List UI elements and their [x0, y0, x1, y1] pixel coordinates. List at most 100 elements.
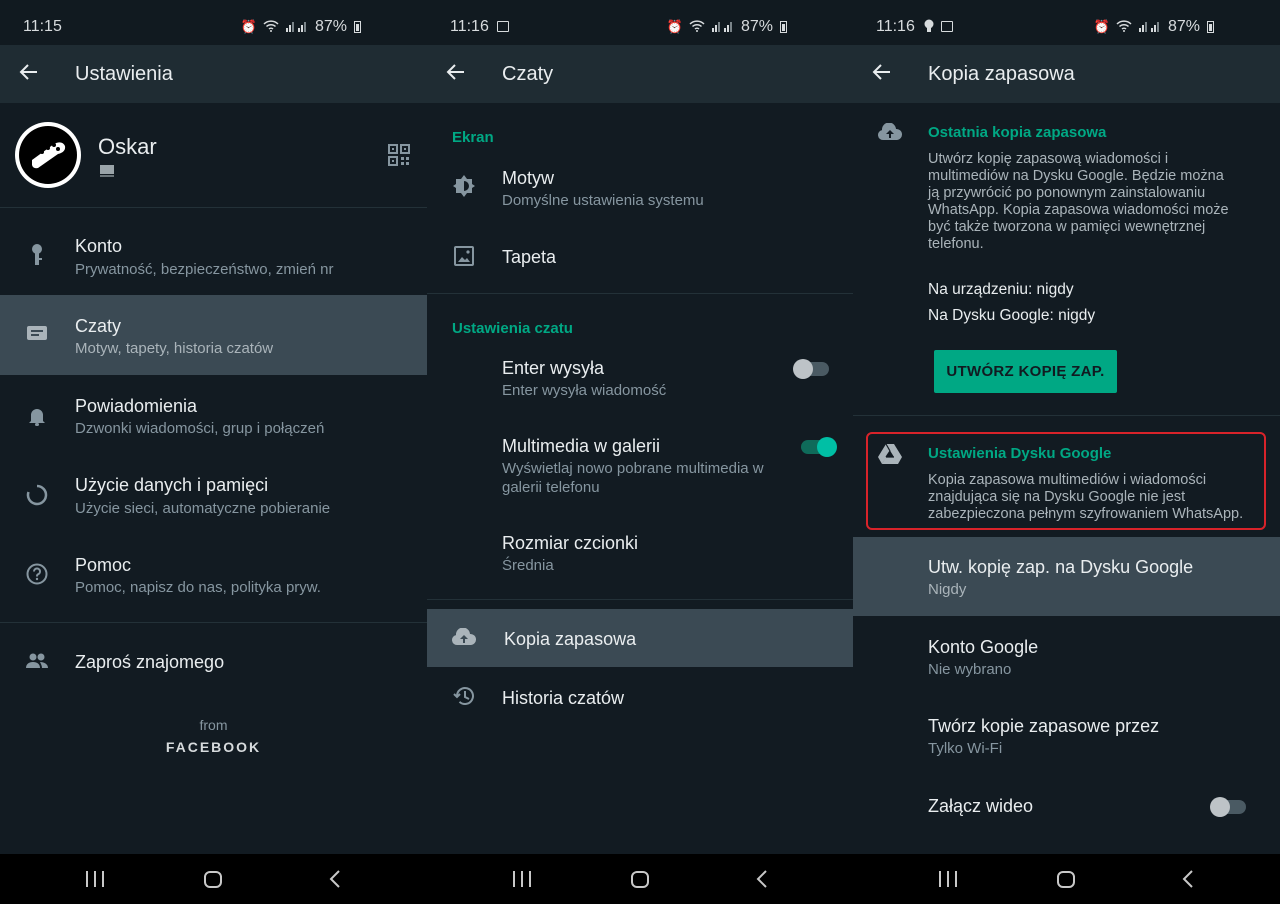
avatar[interactable] [15, 122, 81, 188]
nav-back-icon[interactable] [328, 868, 342, 894]
backup-row[interactable]: Kopia zapasowa [427, 609, 853, 667]
section-header-chat-settings: Ustawienia czatu [452, 320, 573, 337]
status-time: 11:16 [876, 18, 915, 35]
font-size-row[interactable]: Rozmiar czcionki Średnia [427, 520, 853, 590]
divider [427, 293, 853, 294]
toolbar: Ustawienia [0, 45, 427, 103]
backup-to-drive-row[interactable]: Utw. kopię zap. na Dysku Google Nigdy [853, 537, 1280, 616]
desc-line: Utwórz kopię zapasową wiadomości i [928, 151, 1169, 167]
signal-icon [1138, 20, 1162, 35]
wallpaper-row[interactable]: Tapeta [427, 226, 853, 288]
back-arrow-icon[interactable] [445, 61, 467, 83]
home-icon[interactable] [1057, 871, 1075, 888]
battery-percent: 87% [314, 18, 347, 35]
back-arrow-icon[interactable] [18, 61, 40, 83]
invite-friend-row[interactable]: Zaproś znajomego [0, 628, 427, 694]
item-title: Historia czatów [502, 688, 625, 708]
item-title: Multimedia w galerii [502, 436, 661, 456]
theme-row[interactable]: Motyw Domyślne ustawienia systemu [427, 152, 853, 224]
create-backup-button[interactable]: UTWÓRZ KOPIĘ ZAP. [934, 350, 1117, 393]
page-title: Ustawienia [75, 63, 173, 85]
item-title: Konto [75, 236, 123, 256]
drive-settings-description: Kopia zapasowa multimediów i wiadomości … [928, 472, 1273, 523]
battery-percent: 87% [1167, 18, 1200, 35]
battery-icon [354, 21, 361, 33]
toolbar: Kopia zapasowa [853, 45, 1280, 103]
device-backup-status: Na urządzeniu: nigdy [928, 281, 1074, 298]
desc-line: telefonu. [928, 236, 984, 252]
chat-history-row[interactable]: Historia czatów [427, 668, 853, 726]
divider [0, 622, 427, 623]
desc-line: być także tworzona w pamięci wewnętrznej [928, 219, 1206, 235]
divider [0, 207, 427, 208]
item-subtitle: Wyświetlaj nowo pobrane multimedia w [502, 460, 764, 477]
item-title: Enter wysyła [502, 358, 605, 378]
media-visibility-row[interactable]: Multimedia w galerii Wyświetlaj nowo pob… [427, 420, 853, 510]
include-video-toggle[interactable] [1210, 797, 1246, 817]
item-subtitle: Nigdy [928, 581, 967, 598]
item-subtitle: Średnia [502, 557, 554, 574]
bell-icon [27, 405, 47, 427]
wifi-icon [263, 19, 279, 35]
status-icons: ⏰ 87% [1094, 18, 1214, 36]
settings-item-data-usage[interactable]: Użycie danych i pamięci Użycie sieci, au… [0, 455, 427, 535]
invite-label: Zaproś znajomego [75, 652, 225, 672]
recent-apps-icon[interactable] [513, 871, 531, 887]
desc-line: ją przywrócić po ponownym zainstalowaniu [928, 185, 1206, 201]
wifi-icon [689, 19, 705, 35]
home-icon[interactable] [631, 871, 649, 888]
battery-icon [780, 21, 787, 33]
home-icon[interactable] [204, 871, 222, 888]
status-time: 11:15 [23, 18, 62, 35]
alarm-icon: ⏰ [240, 19, 257, 34]
settings-item-chats[interactable]: Czaty Motyw, tapety, historia czatów [0, 295, 427, 375]
item-title: Powiadomienia [75, 396, 198, 416]
guitar-headstock-icon [32, 142, 66, 169]
item-title: Czaty [75, 316, 122, 336]
status-bar: 11:16 ⏰ 87% [853, 0, 1280, 45]
chats-settings-screen: 11:16 ⏰ 87% Czaty Ekran Motyw Domyślne u… [427, 0, 853, 904]
signal-icon [285, 20, 309, 35]
divider [853, 415, 1280, 416]
item-subtitle: Użycie sieci, automatyczne pobieranie [75, 500, 331, 517]
backup-settings-screen: 11:16 ⏰ 87% Kopia zapasowa Ostatnia kopi… [853, 0, 1280, 904]
item-title: Załącz wideo [928, 796, 1034, 816]
alarm-icon: ⏰ [666, 19, 683, 34]
drive-settings-heading: Ustawienia Dysku Google [928, 445, 1112, 462]
include-video-row[interactable]: Załącz wideo [853, 777, 1280, 837]
recent-apps-icon[interactable] [939, 871, 957, 887]
navigation-bar [0, 854, 427, 904]
google-account-row[interactable]: Konto Google Nie wybrano [853, 617, 1280, 696]
desc-line: WhatsApp. Kopia zapasowa wiadomości może [928, 202, 1229, 218]
item-title: Użycie danych i pamięci [75, 475, 269, 495]
media-visibility-toggle[interactable] [801, 437, 837, 457]
nav-back-icon[interactable] [1181, 868, 1195, 894]
chat-icon [25, 324, 49, 344]
desc-line: Kopia zapasowa multimediów i wiadomości [928, 472, 1207, 488]
settings-item-notifications[interactable]: Powiadomienia Dzwonki wiadomości, grup i… [0, 375, 427, 455]
qr-code-icon[interactable] [388, 144, 410, 166]
status-time: 11:16 [450, 18, 489, 35]
divider [427, 599, 853, 600]
profile-row[interactable]: Oskar [0, 103, 427, 207]
desc-line: znajdująca się na Dysku Google nie jest [928, 489, 1186, 505]
settings-screen: 11:15 ⏰ 87% Ustawienia Oskar Konto Prywa… [0, 0, 427, 904]
alarm-icon: ⏰ [1093, 19, 1110, 34]
help-icon [26, 563, 48, 585]
settings-item-account[interactable]: Konto Prywatność, bezpieczeństwo, zmień … [0, 216, 427, 295]
battery-percent: 87% [740, 18, 773, 35]
recent-apps-icon[interactable] [86, 871, 104, 887]
item-title: Rozmiar czcionki [502, 533, 639, 553]
backup-over-row[interactable]: Twórz kopie zapasowe przez Tylko Wi-Fi [853, 697, 1280, 776]
signal-icon [711, 20, 735, 35]
drive-backup-status: Na Dysku Google: nigdy [928, 307, 1096, 324]
item-subtitle: Nie wybrano [928, 661, 1012, 678]
enter-send-toggle[interactable] [793, 359, 829, 379]
enter-send-row[interactable]: Enter wysyła Enter wysyła wiadomość [427, 343, 853, 413]
item-title: Pomoc [75, 555, 132, 575]
nav-back-icon[interactable] [755, 868, 769, 894]
image-notification-icon [941, 21, 953, 32]
back-arrow-icon[interactable] [871, 61, 893, 83]
wallpaper-icon [453, 245, 475, 267]
settings-item-help[interactable]: Pomoc Pomoc, napisz do nas, polityka pry… [0, 535, 427, 615]
